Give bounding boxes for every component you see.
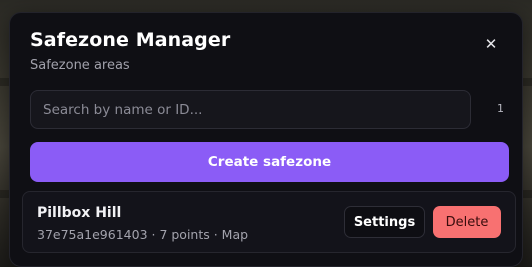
safezone-manager-panel: Safezone Manager Safezone areas ✕ 1 Crea… <box>9 12 523 267</box>
safezone-card: Pillbox Hill 37e75a1e961403 · 7 points ·… <box>22 191 516 253</box>
settings-button[interactable]: Settings <box>344 206 425 238</box>
create-safezone-button[interactable]: Create safezone <box>30 142 509 182</box>
delete-button[interactable]: Delete <box>433 206 501 238</box>
result-count: 1 <box>497 102 504 115</box>
safezone-name: Pillbox Hill <box>37 205 122 221</box>
safezone-meta: 37e75a1e961403 · 7 points · Map <box>37 227 249 242</box>
close-icon[interactable]: ✕ <box>480 33 502 55</box>
panel-subtitle: Safezone areas <box>30 58 130 73</box>
panel-title: Safezone Manager <box>30 29 231 51</box>
search-input[interactable] <box>30 90 471 129</box>
